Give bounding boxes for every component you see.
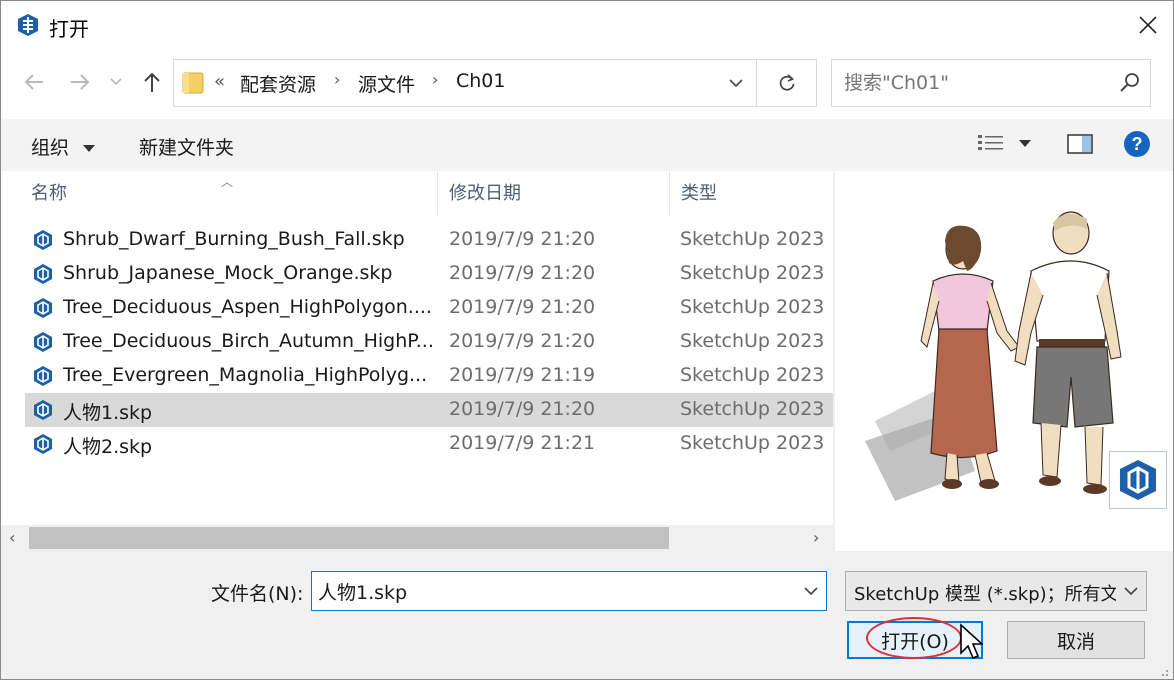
organize-menu-button[interactable]: 组织 bbox=[31, 133, 96, 160]
caret-down-icon bbox=[83, 144, 96, 152]
caret-down-icon[interactable] bbox=[1019, 140, 1031, 148]
file-type: SketchUp 2023 bbox=[680, 432, 825, 454]
file-name: Tree_Deciduous_Birch_Autumn_HighP... bbox=[63, 330, 434, 352]
chevron-down-icon bbox=[729, 78, 743, 87]
organize-label: 组织 bbox=[31, 137, 70, 159]
file-name: Shrub_Japanese_Mock_Orange.skp bbox=[63, 262, 393, 284]
column-divider[interactable] bbox=[437, 171, 438, 215]
skp-file-icon bbox=[34, 264, 52, 284]
file-type: SketchUp 2023 bbox=[680, 398, 825, 420]
column-divider[interactable] bbox=[669, 171, 670, 215]
up-button[interactable] bbox=[137, 67, 167, 97]
column-header-type[interactable]: 类型 bbox=[681, 179, 717, 205]
back-arrow-icon bbox=[24, 74, 43, 90]
sketchup-logo-icon bbox=[18, 14, 38, 36]
address-overflow[interactable]: « bbox=[214, 71, 225, 92]
help-icon[interactable]: ? bbox=[1123, 130, 1151, 158]
refresh-icon bbox=[779, 74, 794, 91]
breadcrumb-separator[interactable]: › bbox=[432, 70, 438, 89]
breadcrumb-item[interactable]: 源文件 bbox=[358, 70, 415, 97]
file-type: SketchUp 2023 bbox=[680, 296, 825, 318]
file-type-select[interactable]: SketchUp 模型 (*.skp)；所有文 bbox=[845, 571, 1147, 611]
breadcrumb-separator[interactable]: › bbox=[334, 70, 340, 89]
search-icon bbox=[1120, 73, 1139, 92]
skp-file-icon bbox=[34, 400, 52, 420]
file-type: SketchUp 2023 bbox=[680, 228, 825, 250]
close-button[interactable] bbox=[1123, 1, 1173, 49]
address-history-dropdown[interactable] bbox=[716, 60, 756, 106]
file-row[interactable]: 人物2.skp 2019/7/9 21:21 SketchUp 2023 bbox=[25, 427, 833, 461]
recent-locations-button[interactable] bbox=[105, 67, 127, 97]
refresh-button[interactable] bbox=[756, 60, 816, 106]
file-name: Shrub_Dwarf_Burning_Bush_Fall.skp bbox=[63, 228, 405, 250]
navigation-bar: « 配套资源 › 源文件 › Ch01 bbox=[1, 49, 1173, 119]
dialog-footer: 文件名(N): SketchUp 模型 (*.skp)；所有文 打开(O) 取消 bbox=[1, 551, 1173, 679]
horizontal-scrollbar[interactable]: ‹ › bbox=[1, 525, 833, 551]
file-date: 2019/7/9 21:19 bbox=[449, 364, 596, 386]
up-arrow-icon bbox=[144, 72, 160, 92]
preview-pane bbox=[835, 171, 1173, 551]
back-button[interactable] bbox=[19, 67, 49, 97]
file-row[interactable]: Shrub_Japanese_Mock_Orange.skp 2019/7/9 2… bbox=[25, 257, 833, 291]
view-details-icon[interactable] bbox=[977, 133, 1005, 153]
forward-button[interactable] bbox=[65, 67, 95, 97]
file-list: ︿ 名称 修改日期 类型 Shrub_Dwarf_Burning_Bush_Fa… bbox=[1, 171, 833, 551]
close-icon bbox=[1139, 16, 1157, 34]
file-type-value: SketchUp 模型 (*.skp)；所有文 bbox=[854, 584, 1116, 605]
file-row[interactable]: Tree_Deciduous_Aspen_HighPolygon.... 2019… bbox=[25, 291, 833, 325]
svg-text:?: ? bbox=[1132, 134, 1143, 154]
skp-file-icon bbox=[34, 366, 52, 386]
skp-file-icon bbox=[34, 332, 52, 352]
file-date: 2019/7/9 21:20 bbox=[449, 398, 596, 420]
file-type: SketchUp 2023 bbox=[680, 330, 825, 352]
filename-label: 文件名(N): bbox=[211, 583, 304, 605]
scroll-right-arrow-icon[interactable]: › bbox=[813, 528, 819, 547]
file-row[interactable]: Tree_Deciduous_Birch_Autumn_HighP... 2019… bbox=[25, 325, 833, 359]
file-name: 人物1.skp bbox=[63, 402, 153, 424]
file-date: 2019/7/9 21:21 bbox=[449, 432, 596, 454]
skp-file-icon bbox=[34, 298, 52, 318]
breadcrumb-item[interactable]: 配套资源 bbox=[240, 70, 316, 97]
window-title: 打开 bbox=[49, 17, 89, 41]
open-file-dialog: 打开 « 配套资源 › 源文件 › Ch01 搜索"Ch01" 组织 新建文件夹… bbox=[0, 0, 1174, 680]
search-box[interactable] bbox=[831, 59, 1151, 107]
filename-combobox[interactable] bbox=[311, 571, 827, 611]
file-type: SketchUp 2023 bbox=[680, 262, 825, 284]
forward-arrow-icon bbox=[71, 74, 90, 90]
file-date: 2019/7/9 21:20 bbox=[449, 262, 596, 284]
file-date: 2019/7/9 21:20 bbox=[449, 228, 596, 250]
title-bar: 打开 bbox=[1, 1, 1173, 49]
skp-file-icon bbox=[34, 434, 52, 454]
new-folder-button[interactable]: 新建文件夹 bbox=[139, 133, 234, 160]
file-name: 人物2.skp bbox=[63, 436, 153, 458]
skp-file-icon bbox=[34, 230, 52, 250]
chevron-down-icon[interactable] bbox=[800, 580, 822, 602]
sketchup-badge-icon bbox=[1109, 451, 1167, 509]
file-date: 2019/7/9 21:20 bbox=[449, 296, 596, 318]
resize-grip-icon[interactable] bbox=[1157, 665, 1169, 677]
scrollbar-thumb[interactable] bbox=[29, 527, 669, 549]
command-bar: 组织 新建文件夹 ? bbox=[1, 119, 1173, 171]
cancel-button[interactable]: 取消 bbox=[1007, 621, 1145, 659]
file-name: Tree_Evergreen_Magnolia_HighPolyg... bbox=[63, 364, 428, 386]
breadcrumb-item-current[interactable]: Ch01 bbox=[456, 70, 506, 92]
address-bar[interactable]: « 配套资源 › 源文件 › Ch01 bbox=[173, 59, 817, 107]
preview-pane-icon[interactable] bbox=[1067, 134, 1093, 154]
file-row[interactable]: Shrub_Dwarf_Burning_Bush_Fall.skp 2019/7/… bbox=[25, 223, 833, 257]
file-name: Tree_Deciduous_Aspen_HighPolygon.... bbox=[63, 296, 432, 318]
scroll-left-arrow-icon[interactable]: ‹ bbox=[9, 528, 15, 547]
sort-ascending-icon: ︿ bbox=[221, 175, 234, 189]
recent-locations-chevron-icon bbox=[110, 78, 122, 86]
file-type: SketchUp 2023 bbox=[680, 364, 825, 386]
file-row[interactable]: 人物1.skp 2019/7/9 21:20 SketchUp 2023 bbox=[25, 393, 833, 427]
column-header-name[interactable]: 名称 bbox=[31, 179, 67, 205]
chevron-down-icon bbox=[1124, 587, 1138, 596]
folder-icon bbox=[182, 72, 204, 94]
search-input[interactable] bbox=[844, 70, 1104, 96]
file-date: 2019/7/9 21:20 bbox=[449, 330, 596, 352]
column-header-date[interactable]: 修改日期 bbox=[449, 179, 521, 205]
mouse-cursor-icon bbox=[960, 623, 983, 660]
file-row[interactable]: Tree_Evergreen_Magnolia_HighPolyg... 2019… bbox=[25, 359, 833, 393]
filename-input[interactable] bbox=[318, 578, 788, 604]
